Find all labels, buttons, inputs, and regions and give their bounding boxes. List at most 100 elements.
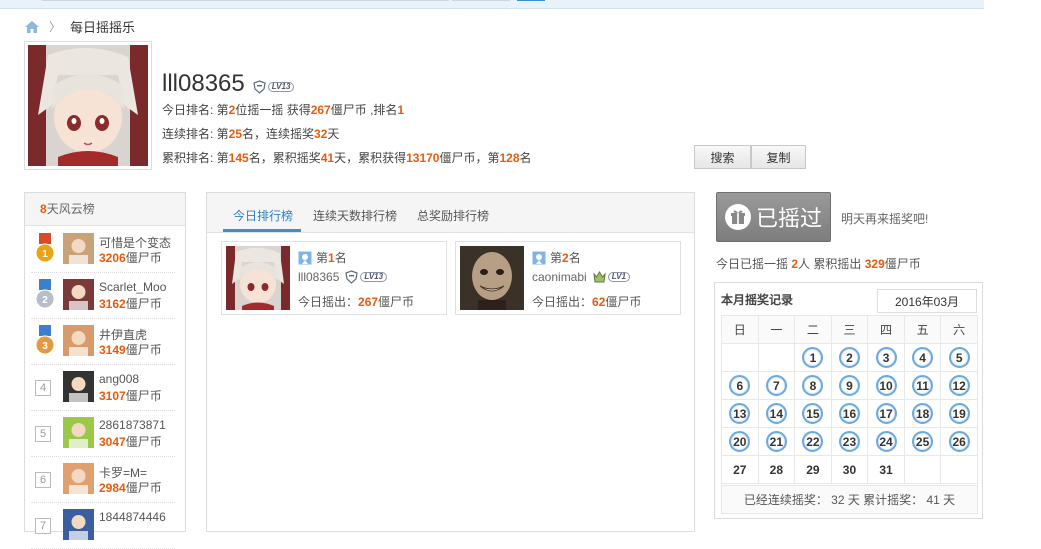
user-avatar[interactable] <box>63 417 94 448</box>
total-rank: 145 <box>228 151 249 165</box>
calendar-day[interactable]: 12 <box>940 371 978 400</box>
rank-number: 6 <box>35 472 51 488</box>
shaken-day-mark: 14 <box>765 403 787 424</box>
calendar-day[interactable]: 1 <box>794 343 832 372</box>
calendar-footer: 已经连续摇奖： 32 天 累计摇奖： 41 天 <box>721 485 978 514</box>
shaken-day-mark: 16 <box>838 403 860 424</box>
tab-streak[interactable]: 连续天数排行榜 <box>313 207 397 224</box>
calendar-day <box>757 343 796 372</box>
calendar-day[interactable]: 8 <box>794 371 832 400</box>
leaderboard-row[interactable]: 4 ang008 3107僵尸币 <box>31 365 175 411</box>
shaken-day-mark: 6 <box>729 375 751 396</box>
level-badge: LV1 <box>592 270 630 284</box>
card-name-text[interactable]: caonimabi <box>532 270 587 284</box>
card-out-label: 今日摇出： <box>532 295 593 309</box>
search-input[interactable] <box>40 0 450 1</box>
calendar-day[interactable]: 5 <box>940 343 978 372</box>
card-rank-suffix: 名 <box>334 251 347 265</box>
card-name-text[interactable]: lll08365 <box>298 270 339 284</box>
leaderboard-row[interactable]: 6 卡罗=M= 2984僵尸币 <box>31 457 175 503</box>
calendar-day[interactable]: 16 <box>830 399 869 428</box>
crown-icon <box>592 271 606 283</box>
gift-icon <box>724 204 751 230</box>
user-avatar[interactable] <box>63 233 94 264</box>
calendar-day[interactable]: 10 <box>867 371 905 400</box>
calendar-day[interactable]: 27 <box>721 455 759 484</box>
total-days: 41 <box>320 151 335 165</box>
rank-coin-unit: 僵尸币 <box>125 389 162 403</box>
level-text: LV1 <box>607 272 630 282</box>
leaderboard-row[interactable]: 1 可惜是个变态 3206僵尸币 <box>31 227 175 273</box>
search-submit-button[interactable] <box>517 0 545 1</box>
streak-rank: 25 <box>228 127 243 141</box>
calendar-day[interactable]: 29 <box>794 455 832 484</box>
shield-icon <box>253 80 266 94</box>
leaderboard-row[interactable]: 5 2861873871 3047僵尸币 <box>31 411 175 457</box>
card-username[interactable]: caonimabi LV1 <box>532 270 630 284</box>
calendar-day[interactable]: 2 <box>830 343 869 372</box>
shaken-day-mark: 24 <box>875 431 897 452</box>
search-button[interactable]: 搜索 <box>694 145 751 169</box>
calendar-day[interactable]: 26 <box>940 427 978 456</box>
rank-username[interactable]: 1844874446 <box>99 510 166 524</box>
calendar-day[interactable]: 25 <box>903 427 942 456</box>
user-avatar[interactable] <box>63 325 94 356</box>
calendar-day[interactable]: 24 <box>867 427 905 456</box>
already-shaken-button[interactable]: 已摇过 <box>716 192 831 242</box>
already-shaken-label: 已摇过 <box>755 206 822 231</box>
rank-username[interactable]: 2861873871 <box>99 418 166 432</box>
rank-username[interactable]: Scarlet_Moo <box>99 280 166 294</box>
calendar-day[interactable]: 9 <box>830 371 869 400</box>
leaderboard-row[interactable]: 3 井伊直虎 3149僵尸币 <box>31 319 175 365</box>
calendar-day[interactable]: 23 <box>830 427 869 456</box>
badge-icon <box>298 251 312 264</box>
calendar-day[interactable]: 4 <box>903 343 942 372</box>
card-avatar <box>460 246 524 310</box>
card-output: 今日摇出：62僵尸币 <box>532 293 641 310</box>
calendar-day[interactable]: 7 <box>757 371 796 400</box>
copy-button[interactable]: 复制 <box>751 145 806 169</box>
shaken-day-mark: 2 <box>838 347 860 368</box>
leaderboard-row[interactable]: 7 1844874446 <box>31 503 175 549</box>
tab-today[interactable]: 今日排行榜 <box>233 207 293 224</box>
calendar-day[interactable]: 21 <box>757 427 796 456</box>
calendar-day[interactable]: 28 <box>757 455 796 484</box>
rank-username[interactable]: ang008 <box>99 372 139 386</box>
calendar-day[interactable]: 30 <box>830 455 869 484</box>
card-rank-num: 2 <box>562 251 569 265</box>
calendar-day[interactable]: 19 <box>940 399 978 428</box>
calendar-day[interactable]: 22 <box>794 427 832 456</box>
breadcrumb-current[interactable]: 每日摇摇乐 <box>70 17 135 36</box>
calendar-day[interactable]: 6 <box>721 371 759 400</box>
leaderboard-row[interactable]: 2 Scarlet_Moo 3162僵尸币 <box>31 273 175 319</box>
shaken-day-mark: 20 <box>729 431 751 452</box>
weekday-header: 日 <box>721 315 759 344</box>
today-rank-prefix: 今日排名: 第 <box>162 103 229 117</box>
user-avatar[interactable] <box>63 371 94 402</box>
rank-coin-unit: 僵尸币 <box>125 343 162 357</box>
card-rank: 第1名 <box>298 249 347 266</box>
rank-coin-value: 3162 <box>99 297 126 311</box>
shaken-day-mark: 11 <box>912 375 934 396</box>
calendar-day[interactable]: 31 <box>867 455 905 484</box>
rank-coin-unit: 僵尸币 <box>125 481 162 495</box>
calendar-day[interactable]: 11 <box>903 371 942 400</box>
calendar-day[interactable]: 20 <box>721 427 759 456</box>
calendar-grid: 日一二三四五六 1 2 3 4 5 6 7 8 9 10 11 12 13 14 15 16 17 18 19 20 21… <box>721 315 978 484</box>
today-card-1[interactable]: 第1名 lll08365 LV13 今日摇出：267僵尸币 <box>221 241 447 315</box>
calendar-day[interactable]: 14 <box>757 399 796 428</box>
user-avatar[interactable] <box>63 279 94 310</box>
shaken-day-mark: 3 <box>875 347 897 368</box>
tab-total[interactable]: 总奖励排行榜 <box>417 207 489 224</box>
calendar-day[interactable]: 3 <box>867 343 905 372</box>
today-card-2[interactable]: 第2名 caonimabi LV1 今日摇出：62僵尸币 <box>455 241 681 315</box>
calendar-day[interactable]: 15 <box>794 399 832 428</box>
search-select[interactable] <box>452 0 510 1</box>
monthly-calendar: 本月摇奖记录 2016年03月 日一二三四五六 1 2 3 4 5 6 7 8 9 10 11 12 13… <box>714 282 983 519</box>
calendar-day[interactable]: 13 <box>721 399 759 428</box>
home-icon[interactable] <box>24 20 40 34</box>
calendar-day[interactable]: 17 <box>867 399 905 428</box>
card-username[interactable]: lll08365 LV13 <box>298 270 388 284</box>
user-avatar[interactable] <box>63 463 94 494</box>
calendar-day[interactable]: 18 <box>903 399 942 428</box>
